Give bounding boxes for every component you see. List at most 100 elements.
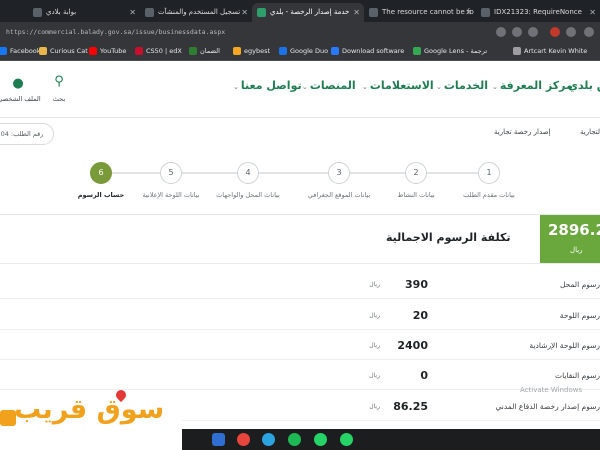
tab-favicon-icon xyxy=(145,8,154,17)
close-tab-icon[interactable]: ✕ xyxy=(129,3,136,22)
translate-icon[interactable] xyxy=(496,27,506,37)
fee-row: ريال 0 رسوم النفايات xyxy=(0,362,600,390)
nav-item-platforms[interactable]: ⌄ المنصات xyxy=(302,79,356,92)
nav-item-services[interactable]: ⌄ الخدمات xyxy=(436,79,488,92)
bookmarks-bar: Facebook Curious Cat YouTube CS50 | edX … xyxy=(0,42,600,61)
chevron-down-icon: ⌄ xyxy=(560,83,566,91)
browser-tab[interactable]: The resource cannot be fo ✕ xyxy=(364,3,476,22)
search-link[interactable]: بحث xyxy=(44,95,74,103)
breadcrumb: رقم الطلب: 04 إصدار رخصة تجارية الرخص ال… xyxy=(0,119,600,147)
address-bar: https://commercial.balady.gov.sa/issue/b… xyxy=(0,22,600,42)
bookmark-favicon-icon xyxy=(0,47,7,55)
bookmark-favicon-icon xyxy=(89,47,97,55)
bookmark-favicon-icon xyxy=(189,47,197,55)
user-icon[interactable]: ● xyxy=(8,76,28,91)
bookmark-item[interactable]: Facebook xyxy=(0,42,41,61)
total-fee-box: 2896.25 ريال xyxy=(540,215,600,263)
progress-stepper: 6 حساب الرسوم 5 بيانات اللوحة الإعلانية … xyxy=(0,148,600,210)
fee-currency: ريال xyxy=(369,342,380,349)
bookmark-item[interactable]: egybest xyxy=(232,42,270,61)
share-icon[interactable] xyxy=(512,27,522,37)
fee-row: ريال 20 رسوم اللوحة xyxy=(0,302,600,330)
extensions-puzzle-icon[interactable] xyxy=(566,27,576,37)
chevron-down-icon: ⌄ xyxy=(436,83,442,91)
fee-value: 20 xyxy=(412,309,428,322)
tab-favicon-icon xyxy=(369,8,378,17)
divider xyxy=(0,263,600,264)
step-5-circle: 5 xyxy=(160,162,182,184)
windows-taskbar xyxy=(182,429,600,450)
total-fee-title: تكلفة الرسوم الاجمالية xyxy=(386,231,511,244)
browser-tab-strip: بوابة بلادي ✕ تسجيل المستخدم والمنشآت ✕ … xyxy=(0,0,600,22)
spotify-icon[interactable] xyxy=(288,433,301,446)
bookmark-item[interactable]: الضمان xyxy=(188,42,220,61)
tab-favicon-icon xyxy=(257,8,266,17)
bookmark-item[interactable]: Google Duo xyxy=(278,42,328,61)
chevron-down-icon: ⌄ xyxy=(302,83,308,91)
fee-label: رسوم المحل xyxy=(559,280,600,289)
tab-favicon-icon xyxy=(481,8,490,17)
step-4-label: بيانات المحل والواجهات xyxy=(216,191,280,199)
outlook-icon[interactable] xyxy=(212,433,225,446)
close-tab-icon[interactable]: ✕ xyxy=(589,3,596,22)
chevron-down-icon: ⌄ xyxy=(492,83,498,91)
bookmark-item[interactable]: YouTube xyxy=(88,42,126,61)
close-tab-icon[interactable]: ✕ xyxy=(241,3,248,22)
step-4-circle: 4 xyxy=(237,162,259,184)
nav-item-about[interactable]: ⌄عن بلدي xyxy=(560,79,600,92)
profile-avatar-icon[interactable] xyxy=(584,27,594,37)
bookmark-favicon-icon xyxy=(279,47,287,55)
fee-value: 2400 xyxy=(397,339,428,352)
fee-value: 0 xyxy=(420,369,428,382)
search-icon[interactable]: ⚲ xyxy=(50,74,68,89)
breadcrumb-link[interactable]: الرخص التجارية xyxy=(580,128,600,136)
bookmark-item[interactable]: Artcart Kevin White xyxy=(512,42,587,61)
bookmark-favicon-icon xyxy=(413,47,421,55)
extension-icon[interactable] xyxy=(550,27,560,37)
close-tab-icon[interactable]: ✕ xyxy=(465,3,472,22)
chrome-icon[interactable] xyxy=(237,433,250,446)
fee-row: ريال 2400 رسوم اللوحة الإرشادية xyxy=(0,332,600,360)
fee-row: ريال 390 رسوم المحل xyxy=(0,271,600,299)
url-field[interactable]: https://commercial.balady.gov.sa/issue/b… xyxy=(0,22,480,42)
nav-item-inquiries[interactable]: ⌄ الاستعلامات xyxy=(362,79,434,92)
fee-value: 390 xyxy=(405,278,428,291)
bookmark-favicon-icon xyxy=(233,47,241,55)
bookmark-item[interactable]: CS50 | edX xyxy=(134,42,182,61)
bookmark-star-icon[interactable] xyxy=(528,27,538,37)
nav-item-contact[interactable]: ⌄ تواصل معنا xyxy=(233,79,302,92)
fee-label: رسوم اللوحة xyxy=(559,311,600,320)
whatsapp-business-icon[interactable] xyxy=(340,433,353,446)
step-1-label: بيانات مقدم الطلب xyxy=(463,191,515,199)
step-1-circle: 1 xyxy=(478,162,500,184)
order-number-badge: رقم الطلب: 04 xyxy=(0,123,54,145)
breadcrumb-current: إصدار رخصة تجارية xyxy=(494,128,551,136)
bookmark-item[interactable]: Download software xyxy=(330,42,404,61)
bookmark-item[interactable]: Google Lens - ترجمة xyxy=(412,42,487,61)
total-fee-currency: ريال xyxy=(570,246,583,254)
souq-qareeb-logo: سوق قريب xyxy=(0,387,182,436)
bookmark-item[interactable]: Curious Cat xyxy=(38,42,88,61)
telegram-icon[interactable] xyxy=(262,433,275,446)
browser-tab[interactable]: بوابة بلادي ✕ xyxy=(28,3,140,22)
bookmark-favicon-icon xyxy=(39,47,47,55)
close-tab-icon[interactable]: ✕ xyxy=(353,3,360,22)
fee-currency: ريال xyxy=(369,372,380,379)
fee-label: رسوم النفايات xyxy=(555,371,600,380)
browser-tab[interactable]: IDX21323: RequireNonce ✕ xyxy=(476,3,600,22)
step-2-circle: 2 xyxy=(405,162,427,184)
step-3-circle: 3 xyxy=(328,162,350,184)
profile-link[interactable]: الملف الشخصي xyxy=(0,95,44,103)
step-6-circle: 6 xyxy=(90,162,112,184)
tab-title: IDX21323: RequireNonce xyxy=(494,8,582,16)
browser-tab[interactable]: تسجيل المستخدم والمنشآت ✕ xyxy=(140,3,252,22)
chevron-down-icon: ⌄ xyxy=(233,83,239,91)
browser-tab-active[interactable]: خدمة إصدار الرخصة - بلدي ✕ xyxy=(252,3,364,22)
chevron-down-icon: ⌄ xyxy=(362,83,368,91)
bookmark-favicon-icon xyxy=(135,47,143,55)
bookmark-favicon-icon xyxy=(331,47,339,55)
bookmark-favicon-icon xyxy=(513,47,521,55)
whatsapp-icon[interactable] xyxy=(314,433,327,446)
tab-title: بوابة بلادي xyxy=(46,8,77,16)
fee-value: 86.25 xyxy=(393,400,428,413)
